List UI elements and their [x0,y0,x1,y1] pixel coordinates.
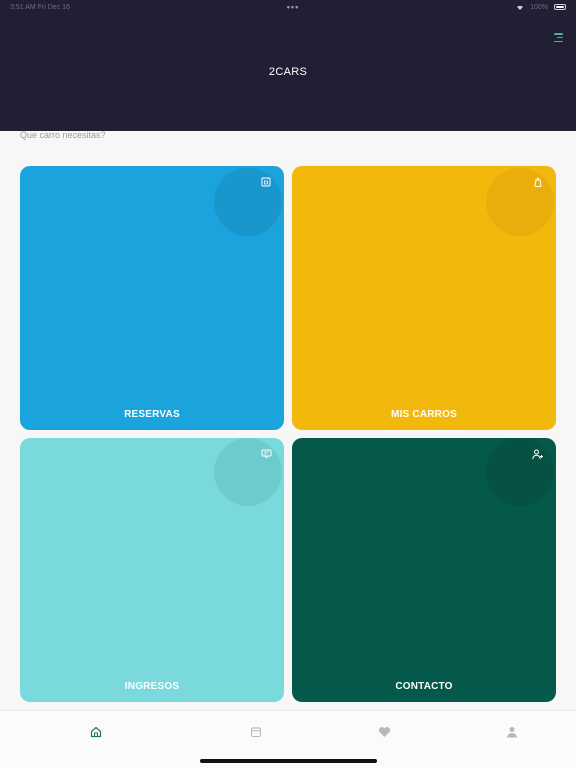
tile-mis-carros[interactable]: MIS CARROS [292,166,556,430]
wifi-icon [517,5,524,10]
home-icon [90,726,102,738]
page-title: 2CARS [268,66,308,78]
tab-calendar[interactable] [249,725,263,739]
user-icon [507,727,517,738]
tab-favorites[interactable] [377,725,391,739]
tab-home[interactable] [89,725,103,739]
calendar-badge-icon [260,176,272,188]
status-bar: 3:51 AM Fri Dec 16 ••• 100% [10,2,566,12]
tile-label: CONTACTO [395,681,453,692]
status-right: 100% [516,4,566,11]
subtitle: Que carro necesitas? [20,130,106,140]
add-person-icon [532,448,544,460]
tile-ingresos[interactable]: INGRESOS [20,438,284,702]
battery-icon [554,4,566,10]
calendar-icon [250,727,262,738]
multitask-dots[interactable]: ••• [287,2,299,12]
battery-percent: 100% [530,3,548,11]
tile-label: MIS CARROS [391,409,457,420]
home-indicator[interactable] [200,759,377,763]
bag-icon [532,176,544,188]
tile-contacto[interactable]: CONTACTO [292,438,556,702]
receipt-icon [260,448,272,460]
heart-icon [378,727,390,737]
tile-label: RESERVAS [124,409,180,420]
tile-label: INGRESOS [124,681,180,692]
tab-profile[interactable] [505,725,519,739]
status-time: 3:51 AM Fri Dec 16 [10,3,70,11]
menu-icon[interactable] [554,33,563,42]
app-header: 3:51 AM Fri Dec 16 ••• 100% 2CARS [0,0,576,131]
tile-reservas[interactable]: RESERVAS [20,166,284,430]
